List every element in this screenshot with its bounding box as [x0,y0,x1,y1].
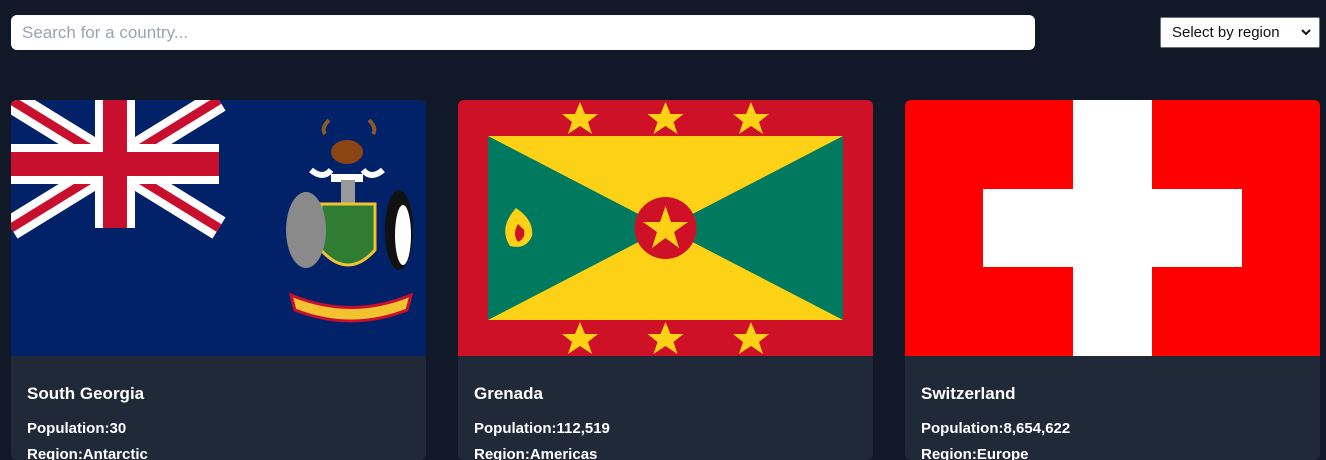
search-input[interactable] [20,21,1035,44]
country-region: Region:Americas [474,446,597,460]
region-label: Region: [921,446,977,460]
switzerland-flag-icon [905,100,1320,356]
country-name: Grenada [474,384,543,403]
region-value: Americas [529,446,598,460]
region-select[interactable]: Select by region [1160,17,1320,48]
population-label: Population: [27,420,110,437]
chevron-down-icon [1301,29,1311,36]
country-region: Region:Europe [921,446,1029,460]
country-card-grenada[interactable]: Grenada Population:112,519 Region:Americ… [458,100,873,460]
population-value: 30 [109,420,127,437]
population-label: Population: [474,420,557,437]
population-label: Population: [921,420,1004,437]
country-population: Population:8,654,622 [921,420,1070,437]
country-population: Population:30 [27,420,126,437]
south-georgia-flag-icon [11,100,426,356]
country-population: Population:112,519 [474,420,610,437]
population-value: 8,654,622 [1003,420,1071,437]
region-label: Region: [474,446,530,460]
country-card-switzerland[interactable]: Switzerland Population:8,654,622 Region:… [905,100,1320,460]
region-value: Antarctic [82,446,148,460]
region-label: Region: [27,446,83,460]
country-region: Region:Antarctic [27,446,148,460]
region-select-value: Select by region [1172,24,1280,41]
region-value: Europe [976,446,1029,460]
search-bar[interactable] [11,15,1035,50]
population-value: 112,519 [556,420,610,437]
country-card-south-georgia[interactable]: South Georgia Population:30 Region:Antar… [11,100,426,460]
country-name: Switzerland [921,384,1016,403]
grenada-flag-icon [458,100,873,356]
country-name: South Georgia [27,384,145,403]
